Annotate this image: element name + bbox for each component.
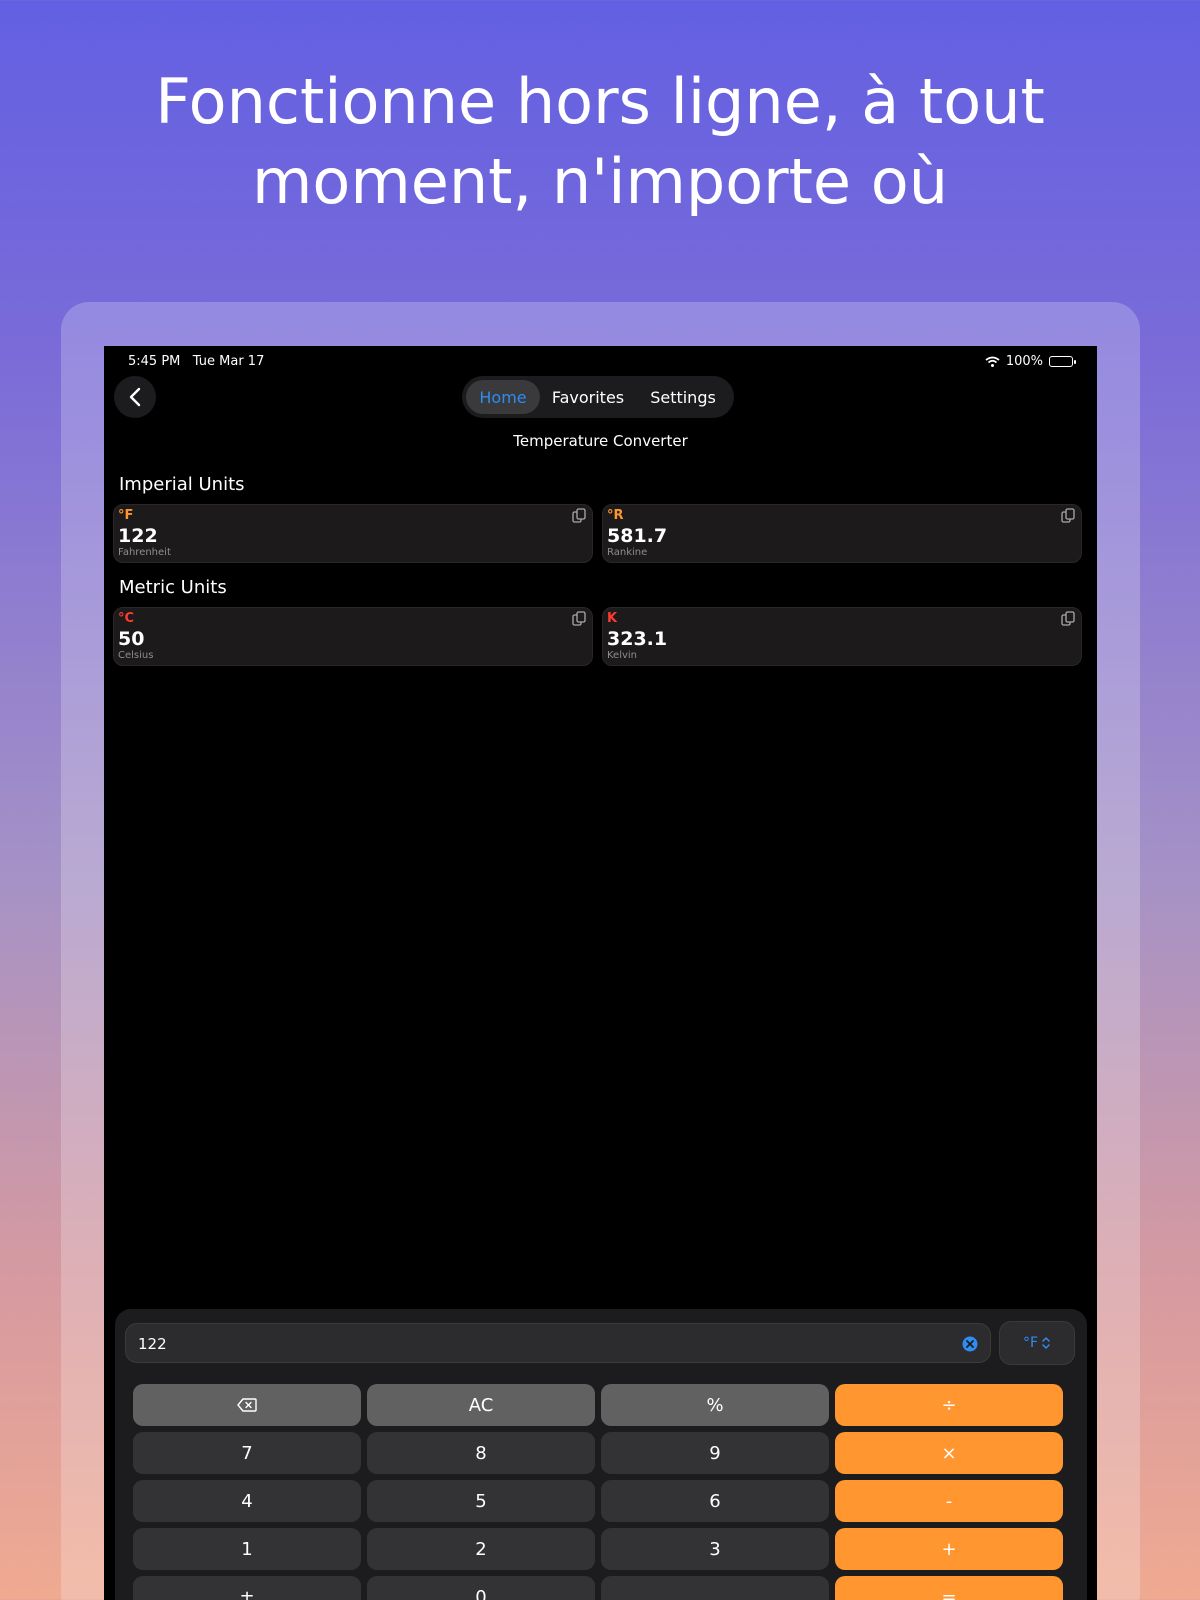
percent-key[interactable]: % [601,1384,829,1426]
app-screen: 5:45 PM Tue Mar 17 100% Home Favorites S… [104,346,1097,1600]
clear-input-icon[interactable] [962,1336,978,1352]
unit-card-celsius[interactable]: °C 50 Celsius [113,607,593,666]
copy-icon[interactable] [572,508,586,524]
unit-symbol: °R [607,508,624,523]
chevron-left-icon [129,387,141,407]
sign-toggle-key[interactable]: ± [133,1576,361,1600]
digit-2-key[interactable]: 2 [367,1528,595,1570]
backspace-icon [237,1398,257,1412]
unit-selector[interactable]: °F [999,1321,1075,1365]
unit-symbol: °F [118,508,134,523]
keypad-panel: 122 °F AC % ÷ 7 8 9 × 4 5 6 - 1 2 3 + ± … [115,1309,1087,1600]
status-bar: 5:45 PM Tue Mar 17 100% [104,346,1097,376]
unit-value: 122 [118,525,158,547]
divide-key[interactable]: ÷ [835,1384,1063,1426]
unit-value: 323.1 [607,628,668,650]
unit-card-kelvin[interactable]: K 323.1 Kelvin [602,607,1082,666]
digit-6-key[interactable]: 6 [601,1480,829,1522]
unit-symbol: K [607,611,618,626]
unit-selector-label: °F [1022,1335,1039,1351]
digit-3-key[interactable]: 3 [601,1528,829,1570]
unit-name: Rankine [607,547,648,558]
copy-icon[interactable] [1061,508,1075,524]
section-title-imperial: Imperial Units [119,474,245,495]
wifi-icon [985,356,1000,367]
battery-icon [1049,356,1076,367]
digit-1-key[interactable]: 1 [133,1528,361,1570]
unit-symbol: °C [118,611,135,626]
section-title-metric: Metric Units [119,577,227,598]
marketing-headline: Fonctionne hors ligne, à tout moment, n'… [0,62,1200,222]
add-key[interactable]: + [835,1528,1063,1570]
page-title: Temperature Converter [513,432,688,450]
tab-home[interactable]: Home [466,380,540,414]
digit-9-key[interactable]: 9 [601,1432,829,1474]
all-clear-key[interactable]: AC [367,1384,595,1426]
status-time: 5:45 PM Tue Mar 17 [128,354,265,369]
unit-name: Fahrenheit [118,547,171,558]
headline-line-1: Fonctionne hors ligne, à tout [155,65,1045,138]
tab-settings[interactable]: Settings [636,380,730,414]
digit-5-key[interactable]: 5 [367,1480,595,1522]
unit-value: 50 [118,628,145,650]
status-right: 100% [985,354,1076,369]
digit-0-key[interactable]: 0 [367,1576,595,1600]
battery-percent: 100% [1005,354,1043,369]
digit-8-key[interactable]: 8 [367,1432,595,1474]
input-value: 122 [138,1335,167,1353]
value-input[interactable]: 122 [125,1323,991,1363]
tab-favorites[interactable]: Favorites [540,380,636,414]
back-button[interactable] [114,376,156,418]
subtract-key[interactable]: - [835,1480,1063,1522]
copy-icon[interactable] [572,611,586,627]
digit-7-key[interactable]: 7 [133,1432,361,1474]
unit-card-fahrenheit[interactable]: °F 122 Fahrenheit [113,504,593,563]
unit-name: Kelvin [607,650,638,661]
decimal-key[interactable]: . [601,1576,829,1600]
digit-4-key[interactable]: 4 [133,1480,361,1522]
tab-bar: Home Favorites Settings [462,376,734,418]
copy-icon[interactable] [1061,611,1075,627]
backspace-key[interactable] [133,1384,361,1426]
unit-value: 581.7 [607,525,668,547]
chevron-up-down-icon [1042,1337,1050,1349]
unit-card-rankine[interactable]: °R 581.7 Rankine [602,504,1082,563]
multiply-key[interactable]: × [835,1432,1063,1474]
equals-key[interactable]: = [835,1576,1063,1600]
headline-line-2: moment, n'importe où [251,145,949,218]
unit-name: Celsius [118,650,154,661]
